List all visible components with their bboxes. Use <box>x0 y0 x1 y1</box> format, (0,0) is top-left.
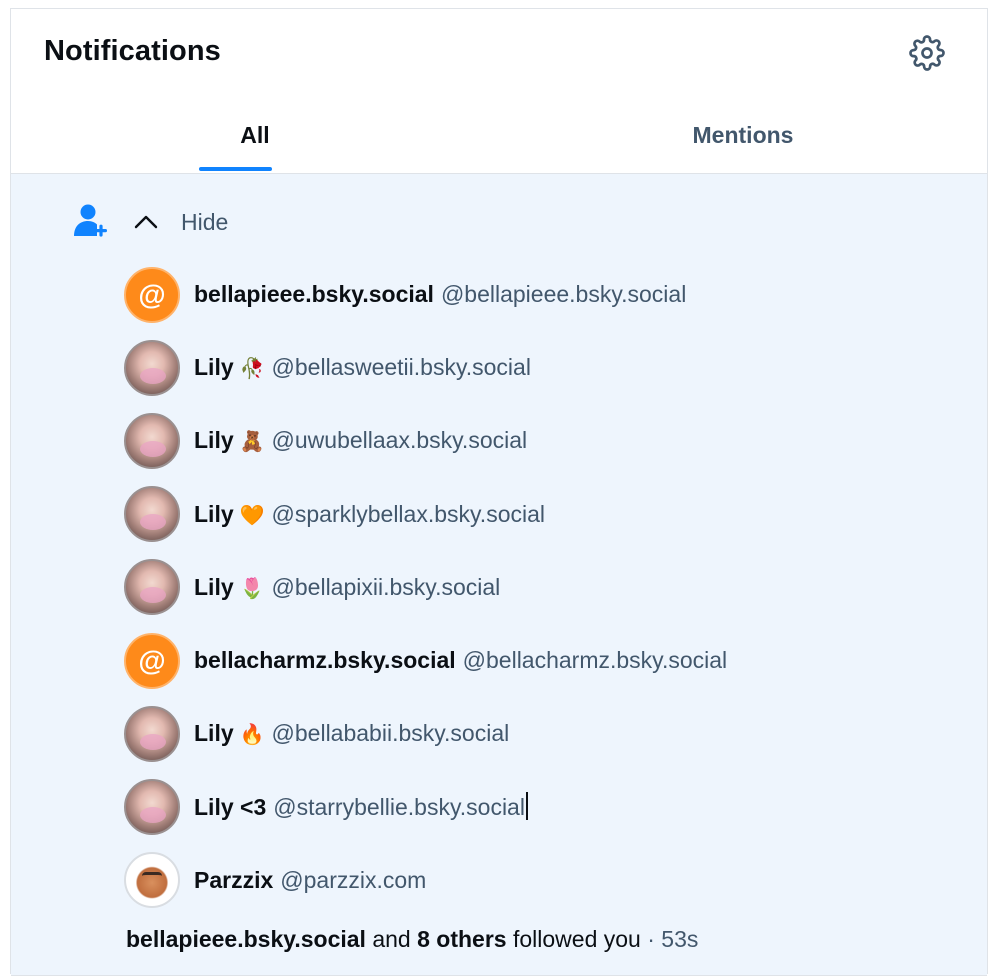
hide-label: Hide <box>181 208 229 235</box>
list-item[interactable]: @ bellacharmz.bsky.social @bellacharmz.bs… <box>124 624 727 697</box>
avatar[interactable] <box>124 852 180 909</box>
handle: @sparklybellax.bsky.social <box>271 500 545 527</box>
display-name[interactable]: Lily <box>194 501 234 527</box>
handle: @bellasweetii.bsky.social <box>271 354 531 381</box>
notifications-panel: Notifications All Mentions Hide @ bellap… <box>10 8 988 976</box>
list-item[interactable]: Lily 🌷 @bellapixii.bsky.social <box>124 551 727 624</box>
display-name[interactable]: Lily <3 <box>194 794 266 820</box>
list-item[interactable]: Lily 🧸 @uwubellaax.bsky.social <box>124 404 727 477</box>
at-icon: @ <box>138 278 166 310</box>
list-item[interactable]: Lily 🥀 @bellasweetii.bsky.social <box>124 331 727 404</box>
display-name[interactable]: bellacharmz.bsky.social <box>194 647 456 673</box>
avatar[interactable] <box>124 412 180 469</box>
list-item[interactable]: Parzzix @parzzix.com <box>124 844 727 917</box>
avatar[interactable] <box>124 778 180 835</box>
list-item[interactable]: Lily 🔥 @bellababii.bsky.social <box>124 697 727 770</box>
gear-icon[interactable] <box>909 35 945 71</box>
emoji: 🧡 <box>239 504 265 527</box>
avatar[interactable] <box>124 339 180 396</box>
tab-mentions[interactable]: Mentions <box>499 97 987 173</box>
avatar[interactable]: @ <box>124 266 180 323</box>
group-header: Hide <box>71 192 228 252</box>
handle: @bellapixii.bsky.social <box>271 573 501 600</box>
display-name[interactable]: Parzzix <box>194 867 273 893</box>
emoji: 🔥 <box>239 724 265 747</box>
person-plus-icon <box>74 204 107 237</box>
chevron-up-icon <box>134 215 158 229</box>
handle: @bellababii.bsky.social <box>271 720 510 747</box>
avatar[interactable] <box>124 705 180 762</box>
handle: @starrybellie.bsky.social <box>273 794 525 821</box>
display-name[interactable]: Lily <box>194 354 234 380</box>
display-name[interactable]: Lily <box>194 720 234 746</box>
tab-bar: All Mentions <box>11 97 987 174</box>
summary-time: 53s <box>661 926 699 952</box>
summary-others[interactable]: 8 others <box>417 926 506 952</box>
handle: @uwubellaax.bsky.social <box>271 427 528 454</box>
avatar[interactable] <box>124 559 180 616</box>
text-cursor <box>525 792 528 821</box>
list-item[interactable]: @ bellapieee.bsky.social @bellapieee.bsky… <box>124 258 727 331</box>
page-title: Notifications <box>44 35 221 67</box>
avatar[interactable] <box>124 486 180 543</box>
avatar[interactable]: @ <box>124 632 180 689</box>
handle: @parzzix.com <box>280 866 427 893</box>
notification-summary: bellapieee.bsky.social and 8 others foll… <box>126 926 698 953</box>
display-name[interactable]: Lily <box>194 427 234 453</box>
emoji: 🥀 <box>239 358 265 381</box>
at-icon: @ <box>138 644 166 676</box>
display-name[interactable]: Lily <box>194 574 234 600</box>
follow-notification-group: Hide @ bellapieee.bsky.social @bellapieee… <box>11 174 987 976</box>
active-tab-indicator <box>199 167 272 171</box>
handle: @bellapieee.bsky.social <box>440 281 687 308</box>
summary-actor[interactable]: bellapieee.bsky.social <box>126 926 366 952</box>
summary-conjunction: and <box>372 926 411 952</box>
summary-action: followed you <box>512 926 641 952</box>
emoji: 🧸 <box>239 431 265 454</box>
header: Notifications <box>11 9 987 97</box>
tab-all[interactable]: All <box>11 97 499 173</box>
display-name[interactable]: bellapieee.bsky.social <box>194 281 434 307</box>
summary-separator: · <box>647 926 655 952</box>
list-item[interactable]: Lily <3 @starrybellie.bsky.social <box>124 770 727 843</box>
list-item[interactable]: Lily 🧡 @sparklybellax.bsky.social <box>124 478 727 551</box>
hide-toggle-button[interactable]: Hide <box>131 207 228 237</box>
emoji: 🌷 <box>239 577 265 600</box>
handle: @bellacharmz.bsky.social <box>462 647 728 674</box>
user-list: @ bellapieee.bsky.social @bellapieee.bsky… <box>124 258 727 917</box>
